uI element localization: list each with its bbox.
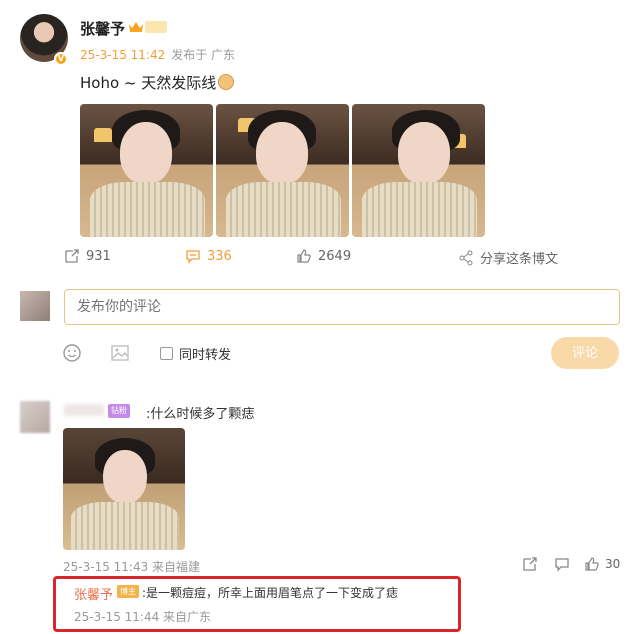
fan-badge: 钻粉	[108, 404, 130, 418]
emoji-picker-icon[interactable]	[62, 343, 82, 363]
lamp-decor	[94, 128, 112, 142]
repost-checkbox[interactable]: 同时转发	[160, 344, 231, 363]
scarf	[90, 182, 205, 237]
reply-text: :是一颗痘痘，所幸上面用眉笔点了一下变成了痣	[142, 586, 399, 600]
owner-badge: 博主	[117, 585, 139, 598]
share-button[interactable]: 分享这条博文	[458, 248, 558, 267]
post-photo-2[interactable]	[216, 104, 349, 237]
reply-author-name[interactable]: 张馨予	[74, 584, 113, 603]
post-location: 发布于 广东	[171, 48, 236, 62]
scarf	[71, 502, 179, 550]
like-count: 2649	[318, 248, 352, 264]
comment-button[interactable]: 336	[185, 248, 232, 264]
author-name[interactable]: 张馨予	[80, 18, 125, 39]
thumbs-up-icon[interactable]	[584, 556, 600, 572]
post-time[interactable]: 25-3-15 11:42	[80, 48, 165, 62]
scarf	[226, 182, 341, 237]
image-upload-icon[interactable]	[110, 343, 130, 363]
reply-meta: 25-3-15 11:44 来自广东	[74, 610, 212, 624]
checkbox-box[interactable]	[160, 347, 173, 360]
post-text: Hoho ~ 天然发际线	[80, 72, 235, 93]
share-label: 分享这条博文	[480, 252, 559, 267]
vip-level-badge	[145, 21, 167, 33]
commenter-name-redacted	[64, 404, 104, 416]
comment-like-count: 30	[605, 557, 621, 571]
comment-input[interactable]	[64, 289, 620, 325]
comment-text: :什么时候多了颗痣	[146, 407, 255, 422]
face	[120, 122, 172, 184]
post-meta: 25-3-15 11:42 发布于 广东	[80, 46, 235, 63]
post-photo-3[interactable]	[352, 104, 485, 237]
repost-icon[interactable]	[522, 556, 538, 572]
emoji-icon	[218, 74, 235, 90]
scarf	[362, 182, 477, 237]
post-text-content: Hoho ~ 天然发际线	[80, 74, 217, 92]
current-user-avatar	[20, 291, 50, 321]
reply-icon[interactable]	[554, 556, 570, 572]
thumbs-up-icon	[297, 249, 311, 263]
commenter-avatar[interactable]	[20, 401, 50, 433]
share-icon	[459, 250, 473, 265]
comment-photo[interactable]	[63, 428, 185, 550]
comment-count: 336	[207, 248, 232, 264]
face	[256, 122, 308, 184]
face	[398, 122, 450, 184]
post-photo-1[interactable]	[80, 104, 213, 237]
verified-badge-icon: V	[54, 52, 68, 66]
repost-count: 931	[86, 248, 111, 264]
comment-meta: 25-3-15 11:43 来自福建	[63, 560, 201, 574]
comment-icon	[186, 250, 200, 264]
repost-button[interactable]: 931	[64, 248, 111, 264]
submit-comment-button[interactable]: 评论	[551, 337, 619, 369]
crown-icon[interactable]	[128, 20, 144, 34]
like-button[interactable]: 2649	[296, 248, 351, 264]
face	[103, 450, 147, 504]
repost-icon	[65, 249, 79, 263]
repost-checkbox-label: 同时转发	[179, 348, 232, 363]
